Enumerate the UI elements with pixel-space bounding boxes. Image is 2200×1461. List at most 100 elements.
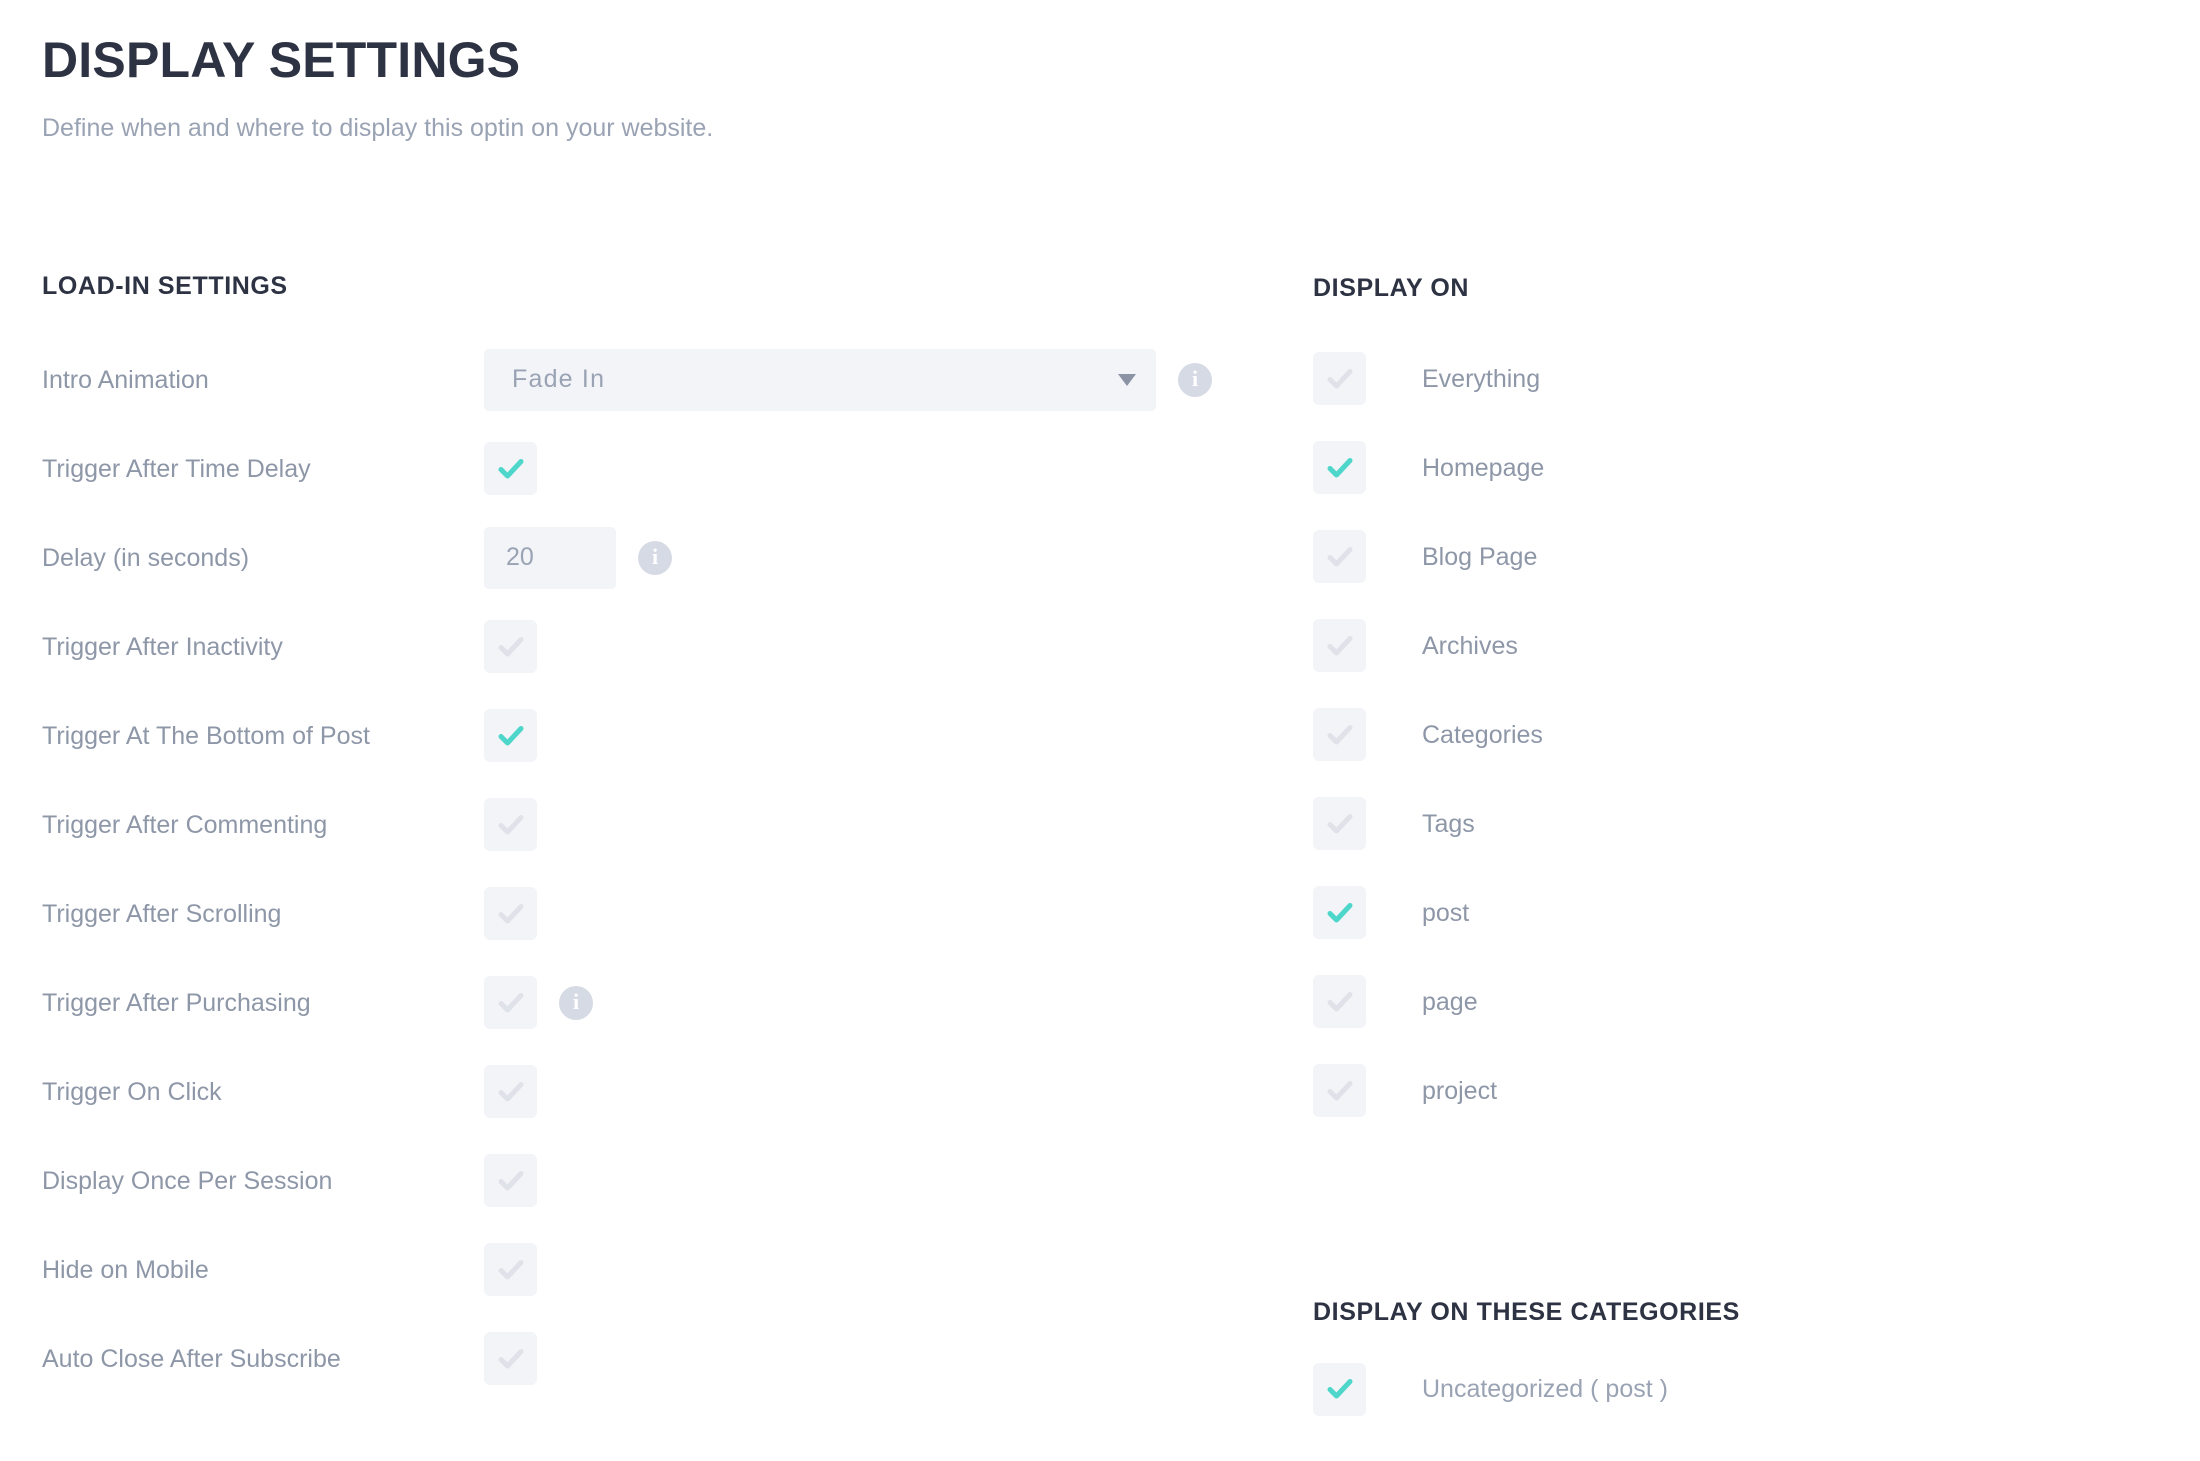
checkbox-trigger-at-the-bottom-of-post[interactable] bbox=[484, 709, 537, 762]
load-in-settings-heading: LOAD-IN SETTINGS bbox=[42, 272, 288, 300]
checkbox-trigger-after-purchasing[interactable] bbox=[484, 976, 537, 1029]
setting-row: Trigger After Commenting bbox=[42, 780, 1242, 869]
checkmark-icon bbox=[496, 899, 526, 929]
display-on-row: project bbox=[1313, 1046, 2133, 1135]
load-in-settings-section: LOAD-IN SETTINGS Intro Animation Fade In i… bbox=[42, 274, 1242, 1403]
setting-row: Trigger After Time Delay bbox=[42, 424, 1242, 513]
display-on-row: page bbox=[1313, 957, 2133, 1046]
checkbox-display-once-per-session[interactable] bbox=[484, 1154, 537, 1207]
display-on-label-categories: Categories bbox=[1422, 720, 1543, 749]
checkbox-display-on-everything[interactable] bbox=[1313, 352, 1366, 405]
input-delay-in-seconds[interactable] bbox=[484, 526, 616, 589]
info-glyph: i bbox=[1191, 365, 1199, 391]
setting-label-display-once-per-session: Display Once Per Session bbox=[42, 1166, 333, 1195]
setting-label-hide-on-mobile: Hide on Mobile bbox=[42, 1255, 209, 1284]
checkmark-icon bbox=[1325, 364, 1355, 394]
checkbox-display-on-blog-page[interactable] bbox=[1313, 530, 1366, 583]
display-on-row: post bbox=[1313, 868, 2133, 957]
setting-label-trigger-after-scrolling: Trigger After Scrolling bbox=[42, 899, 282, 928]
setting-label-trigger-after-time-delay: Trigger After Time Delay bbox=[42, 454, 311, 483]
setting-label-intro-animation: Intro Animation bbox=[42, 365, 209, 394]
setting-control: i bbox=[484, 976, 1242, 1029]
setting-control bbox=[484, 887, 1242, 940]
checkmark-icon bbox=[1325, 453, 1355, 483]
select-value: Fade In bbox=[512, 365, 606, 393]
info-icon[interactable]: i bbox=[559, 985, 593, 1020]
info-icon[interactable]: i bbox=[638, 540, 672, 575]
info-icon[interactable]: i bbox=[1178, 362, 1212, 397]
checkmark-icon bbox=[496, 721, 526, 751]
load-in-settings-list: Intro Animation Fade In i Trigger After Tim… bbox=[42, 335, 1242, 1403]
checkmark-icon bbox=[496, 1255, 526, 1285]
setting-label-trigger-at-the-bottom-of-post: Trigger At The Bottom of Post bbox=[42, 721, 370, 750]
display-on-categories-heading: DISPLAY ON THESE CATEGORIES bbox=[1313, 1298, 1740, 1326]
setting-control bbox=[484, 1243, 1242, 1296]
checkmark-icon bbox=[1325, 809, 1355, 839]
page-header: DISPLAY SETTINGS Define when and where t… bbox=[42, 34, 1642, 144]
setting-row: Trigger On Click bbox=[42, 1047, 1242, 1136]
checkbox-hide-on-mobile[interactable] bbox=[484, 1243, 537, 1296]
setting-row: Intro Animation Fade In i bbox=[42, 335, 1242, 424]
checkmark-icon bbox=[496, 810, 526, 840]
checkbox-trigger-on-click[interactable] bbox=[484, 1065, 537, 1118]
display-on-label-project: project bbox=[1422, 1076, 1498, 1105]
checkmark-icon bbox=[496, 988, 526, 1018]
info-glyph: i bbox=[651, 543, 659, 569]
checkmark-icon bbox=[496, 1344, 526, 1374]
setting-control: Fade In i bbox=[484, 348, 1242, 411]
checkbox-auto-close-after-subscribe[interactable] bbox=[484, 1332, 537, 1385]
display-on-row: Homepage bbox=[1313, 423, 2133, 512]
setting-control bbox=[484, 620, 1242, 673]
display-on-row: Archives bbox=[1313, 601, 2133, 690]
checkmark-icon bbox=[1325, 1374, 1355, 1404]
display-on-row: Blog Page bbox=[1313, 512, 2133, 601]
setting-row: Trigger At The Bottom of Post bbox=[42, 691, 1242, 780]
setting-label-auto-close-after-subscribe: Auto Close After Subscribe bbox=[42, 1344, 341, 1373]
checkmark-icon bbox=[1325, 631, 1355, 661]
checkbox-display-on-homepage[interactable] bbox=[1313, 441, 1366, 494]
display-on-label-page: page bbox=[1422, 987, 1478, 1016]
setting-row: Trigger After Purchasing i bbox=[42, 958, 1242, 1047]
display-on-row: Everything bbox=[1313, 334, 2133, 423]
display-settings-page: DISPLAY SETTINGS Define when and where t… bbox=[0, 0, 2200, 1461]
setting-row: Trigger After Scrolling bbox=[42, 869, 1242, 958]
setting-control bbox=[484, 798, 1242, 851]
checkbox-category-uncategorized-post[interactable] bbox=[1313, 1362, 1366, 1416]
checkmark-icon bbox=[1325, 720, 1355, 750]
checkbox-display-on-tags[interactable] bbox=[1313, 797, 1366, 850]
setting-control bbox=[484, 1065, 1242, 1118]
checkbox-display-on-archives[interactable] bbox=[1313, 619, 1366, 672]
setting-control bbox=[484, 709, 1242, 762]
select-intro-animation[interactable]: Fade In bbox=[484, 348, 1156, 411]
checkbox-trigger-after-inactivity[interactable] bbox=[484, 620, 537, 673]
setting-control bbox=[484, 1154, 1242, 1207]
display-on-categories-list: Uncategorized ( post ) bbox=[1313, 1361, 2133, 1417]
checkbox-trigger-after-scrolling[interactable] bbox=[484, 887, 537, 940]
chevron-down-icon bbox=[1118, 373, 1136, 386]
setting-control bbox=[484, 442, 1242, 495]
setting-row: Display Once Per Session bbox=[42, 1136, 1242, 1225]
display-on-label-archives: Archives bbox=[1422, 631, 1518, 660]
display-on-label-post: post bbox=[1422, 898, 1470, 927]
checkmark-icon bbox=[1325, 1076, 1355, 1106]
checkbox-display-on-page[interactable] bbox=[1313, 975, 1366, 1028]
display-on-label-everything: Everything bbox=[1422, 364, 1541, 393]
page-subtitle: Define when and where to display this op… bbox=[42, 113, 714, 142]
setting-control: i bbox=[484, 526, 1242, 589]
checkbox-display-on-categories[interactable] bbox=[1313, 708, 1366, 761]
checkbox-trigger-after-commenting[interactable] bbox=[484, 798, 537, 851]
checkmark-icon bbox=[1325, 542, 1355, 572]
checkbox-display-on-post[interactable] bbox=[1313, 886, 1366, 939]
display-on-heading: DISPLAY ON bbox=[1313, 274, 1470, 302]
setting-row: Delay (in seconds) i bbox=[42, 513, 1242, 602]
display-on-list: Everything Homepage Blog Page Archives Categ… bbox=[1313, 334, 2133, 1135]
setting-row: Hide on Mobile bbox=[42, 1225, 1242, 1314]
checkmark-icon bbox=[496, 1077, 526, 1107]
setting-label-trigger-after-inactivity: Trigger After Inactivity bbox=[42, 632, 283, 661]
checkmark-icon bbox=[1325, 898, 1355, 928]
checkmark-icon bbox=[496, 632, 526, 662]
checkbox-display-on-project[interactable] bbox=[1313, 1064, 1366, 1117]
checkmark-icon bbox=[496, 1166, 526, 1196]
display-on-label-tags: Tags bbox=[1422, 809, 1475, 838]
checkbox-trigger-after-time-delay[interactable] bbox=[484, 442, 537, 495]
